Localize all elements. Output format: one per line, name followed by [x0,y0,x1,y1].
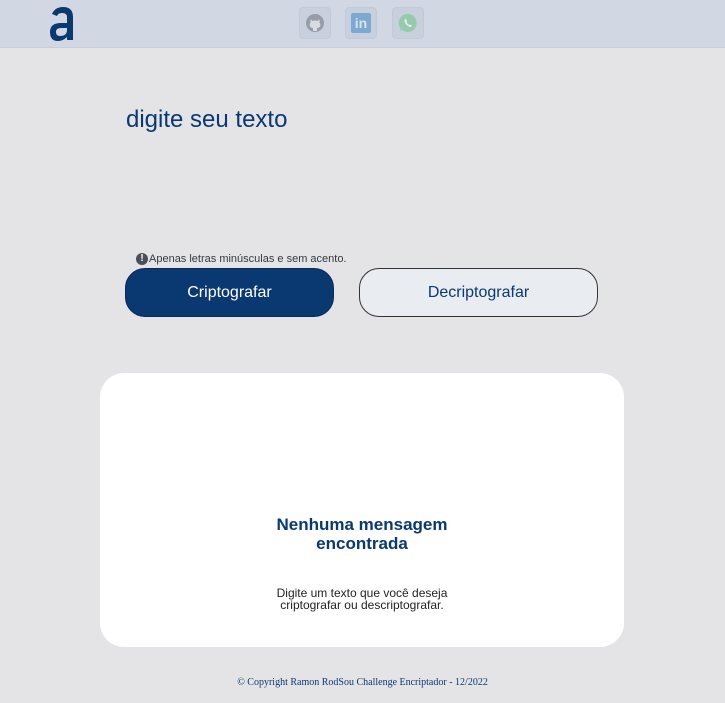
empty-title-line1: Nenhuma mensagem [276,515,448,534]
linkedin-link[interactable]: in [345,7,377,39]
empty-subtitle-line2: criptografar ou descriptografar. [280,598,444,612]
github-link[interactable] [299,7,331,39]
whatsapp-link[interactable] [392,7,424,39]
input-hint: ! Apenas letras minúsculas e sem acento. [136,253,347,265]
text-input[interactable] [126,106,626,236]
empty-message-title: Nenhuma mensagem encontrada [100,515,624,553]
exclamation-icon: ! [136,253,148,265]
output-panel: Nenhuma mensagem encontrada Digite um te… [100,373,624,647]
linkedin-icon: in [351,13,371,33]
header-bar: in [0,0,725,48]
github-icon [306,14,324,32]
encrypt-button[interactable]: Criptografar [125,268,334,317]
alura-logo-icon[interactable] [47,4,77,44]
footer-copyright: © Copyright Ramon RodSou Challenge Encri… [237,677,488,688]
decrypt-button[interactable]: Decriptografar [359,268,598,317]
empty-title-line2: encontrada [316,534,408,553]
hint-text: Apenas letras minúsculas e sem acento. [149,253,347,265]
whatsapp-icon [398,13,417,32]
empty-message-subtitle: Digite um texto que você deseja criptogr… [100,587,624,611]
